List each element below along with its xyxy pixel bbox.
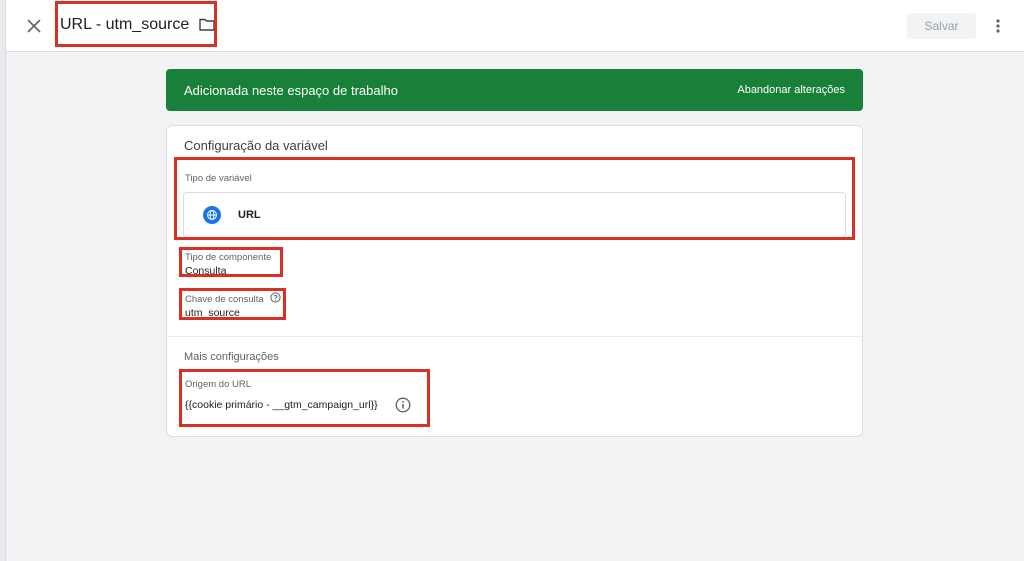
save-button[interactable]: Salvar	[907, 13, 976, 39]
component-type-label: Tipo de componente	[185, 252, 272, 263]
top-bar: URL - utm_source Salvar	[6, 0, 1024, 52]
more-vert-icon	[996, 19, 1000, 33]
workspace-status-banner: Adicionada neste espaço de trabalho Aban…	[166, 69, 863, 111]
card-title: Configuração da variável	[184, 138, 328, 153]
variable-type-name: URL	[238, 209, 261, 221]
query-key-value[interactable]: utm_source	[185, 307, 240, 319]
close-button[interactable]	[22, 14, 46, 38]
url-source-value[interactable]: {{cookie primário - __gtm_campaign_url}}	[185, 399, 378, 411]
close-icon	[27, 19, 41, 33]
discard-changes-link[interactable]: Abandonar alterações	[737, 84, 845, 96]
variable-name[interactable]: URL - utm_source	[55, 2, 222, 47]
info-icon[interactable]	[395, 397, 411, 413]
left-edge-panel	[0, 0, 6, 561]
query-key-label: Chave de consulta	[185, 294, 264, 305]
variable-configuration-card: Configuração da variável Tipo de variáve…	[166, 125, 863, 437]
help-circle-icon[interactable]	[270, 292, 281, 303]
variable-type-selector[interactable]: URL	[183, 192, 846, 238]
url-source-label: Origem do URL	[185, 379, 251, 390]
more-options-button[interactable]	[988, 14, 1008, 38]
folder-icon[interactable]	[199, 18, 215, 31]
section-divider	[167, 336, 862, 337]
page-title: URL - utm_source	[60, 15, 190, 33]
globe-icon	[203, 206, 221, 224]
more-settings-title[interactable]: Mais configurações	[184, 351, 279, 363]
banner-text: Adicionada neste espaço de trabalho	[184, 82, 398, 98]
variable-type-label: Tipo de variável	[185, 173, 252, 184]
component-type-value[interactable]: Consulta	[185, 265, 226, 277]
